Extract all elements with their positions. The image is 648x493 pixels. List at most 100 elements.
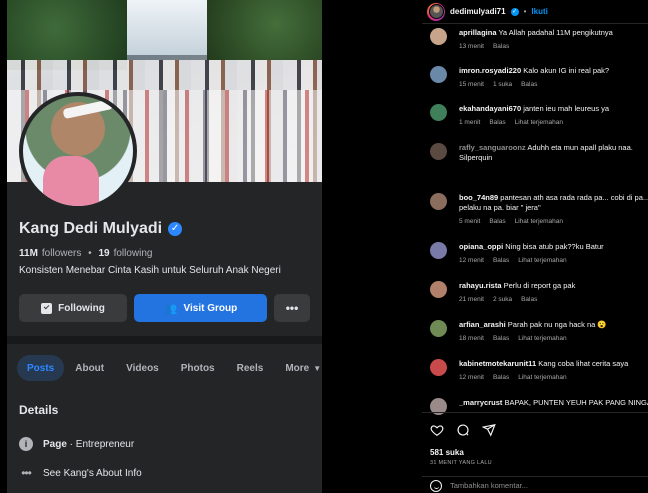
likes-count[interactable]: 581 suka <box>430 448 464 457</box>
comment-text: arfian_arashi Parah pak nu nga hack na 😮 <box>459 320 648 330</box>
tab-videos[interactable]: Videos <box>115 355 170 381</box>
profile-tabs: Posts About Videos Photos Reels More ▼ <box>7 352 322 384</box>
comment-meta: 13 menit Balas <box>459 43 648 50</box>
comment-action[interactable]: Balas <box>493 257 509 264</box>
add-comment-input[interactable]: Tambahkan komentar... <box>450 481 528 490</box>
comment-action[interactable]: 1 suka <box>493 81 512 88</box>
comment-content: BAPAK, PUNTEN YEUH PAK PANG NINGA <box>502 398 648 407</box>
comment-content: Perlu di report ga pak <box>501 281 576 290</box>
add-comment-row[interactable]: Tambahkan komentar... <box>422 476 648 493</box>
tab-more[interactable]: More ▼ <box>274 355 322 381</box>
page-category: Entrepreneur <box>75 438 135 450</box>
section-divider <box>7 336 322 344</box>
commenter-avatar[interactable] <box>430 104 447 121</box>
comment-action[interactable]: 2 suka <box>493 296 512 303</box>
comment-action[interactable]: Balas <box>493 43 509 50</box>
commenter-avatar[interactable] <box>430 193 447 210</box>
verified-badge-icon: ✓ <box>168 222 183 236</box>
detail-about-info[interactable]: ••• See Kang's About Info <box>19 466 142 480</box>
comment-username[interactable]: kabinetmotekarunit11 <box>459 359 536 368</box>
comment-username[interactable]: aprillagina <box>459 28 497 37</box>
profile-avatar[interactable] <box>19 92 137 210</box>
comment-content: Kalo akun IG ini real pak? <box>521 66 610 75</box>
comment-username[interactable]: boo_74n89 <box>459 193 498 202</box>
cover-sky <box>127 0 207 55</box>
screenshot-root: Kang Dedi Mulyadi ✓ 11M followers • 19 f… <box>0 0 648 493</box>
comment-body: _marrycrust BAPAK, PUNTEN YEUH PAK PANG … <box>459 398 648 408</box>
comment-time: 12 menit <box>459 374 484 381</box>
comment-action[interactable]: Balas <box>489 218 505 225</box>
instagram-footer: 581 suka 31 MENIT YANG LALU Tambahkan ko… <box>422 412 648 493</box>
comment-text: opiana_oppi Ning bisa atub pak??ku Batur <box>459 242 648 252</box>
comment-action[interactable]: Lihat terjemahan <box>518 257 566 264</box>
more-options-button[interactable]: ••• <box>274 294 310 322</box>
comment-body: opiana_oppi Ning bisa atub pak??ku Batur… <box>459 242 648 264</box>
commenter-avatar[interactable] <box>430 281 447 298</box>
comment-time: 15 menit <box>459 81 484 88</box>
commenter-avatar[interactable] <box>430 66 447 83</box>
profile-stats: 11M followers • 19 following <box>19 248 152 259</box>
comment-meta: 12 menit Balas Lihat terjemahan <box>459 374 648 381</box>
following-label[interactable]: following <box>114 248 153 259</box>
comment-action[interactable]: Balas <box>493 335 509 342</box>
comment-action[interactable]: Balas <box>521 296 537 303</box>
comment-username[interactable]: _marrycrust <box>459 398 502 407</box>
commenter-avatar[interactable] <box>430 320 447 337</box>
avatar-headband <box>62 98 114 120</box>
comment-body: imron.rosyadi220 Kalo akun IG ini real p… <box>459 66 648 88</box>
commenter-avatar[interactable] <box>430 143 447 160</box>
comment-meta: 15 menit 1 suka Balas <box>459 81 648 88</box>
instagram-comments-panel: dedimulyadi71 ✓ • Ikuti aprillagina Ya A… <box>422 0 648 493</box>
comment-text: imron.rosyadi220 Kalo akun IG ini real p… <box>459 66 648 76</box>
emoji-icon[interactable] <box>430 479 442 492</box>
tab-about[interactable]: About <box>64 355 115 381</box>
comment-icon[interactable] <box>456 423 470 437</box>
visit-group-button[interactable]: 👥 Visit Group <box>134 294 267 322</box>
comment-content: Ya Allah padahal 11M pengikutnya <box>496 28 613 37</box>
profile-bio: Konsisten Menebar Cinta Kasih untuk Selu… <box>19 265 281 276</box>
comment-action[interactable]: Lihat terjemahan <box>518 335 566 342</box>
comment-body: ekahandayani670 janten ieu mah leureus y… <box>459 104 648 126</box>
follow-button[interactable]: Ikuti <box>531 7 547 16</box>
ellipsis-icon: ••• <box>285 301 299 315</box>
share-icon[interactable] <box>482 423 496 437</box>
comment-action[interactable]: Lihat terjemahan <box>515 119 563 126</box>
tab-reels[interactable]: Reels <box>226 355 275 381</box>
comment-username[interactable]: arfian_arashi <box>459 320 506 329</box>
about-info-link[interactable]: See Kang's About Info <box>43 468 142 479</box>
stats-separator: • <box>85 248 95 259</box>
tab-posts[interactable]: Posts <box>17 355 65 381</box>
comment-action[interactable]: Balas <box>493 374 509 381</box>
comment-action[interactable]: Lihat terjemahan <box>518 374 566 381</box>
instagram-username[interactable]: dedimulyadi71 <box>450 7 506 16</box>
instagram-avatar[interactable] <box>427 2 445 21</box>
page-label: Page <box>43 438 67 450</box>
comment-action[interactable]: Balas <box>521 81 537 88</box>
comment-username[interactable]: opiana_oppi <box>459 242 503 251</box>
comment-username[interactable]: rahayu.rista <box>459 281 502 290</box>
comment-username[interactable]: imron.rosyadi220 <box>459 66 521 75</box>
commenter-avatar[interactable] <box>430 242 447 259</box>
comment-action[interactable]: Lihat terjemahan <box>515 218 563 225</box>
comment-text: boo_74n89 pantesan ath asa rada rada pa.… <box>459 193 648 213</box>
comment-text: rahayu.rista Perlu di report ga pak <box>459 281 648 291</box>
commenter-avatar[interactable] <box>430 359 447 376</box>
comment-text: _marrycrust BAPAK, PUNTEN YEUH PAK PANG … <box>459 398 648 408</box>
comment-body: rahayu.rista Perlu di report ga pak 21 me… <box>459 281 648 303</box>
comment-meta: 1 menit Balas Lihat terjemahan <box>459 119 648 126</box>
comment-username[interactable]: rafly_sanguaroonz <box>459 143 526 152</box>
following-count[interactable]: 19 <box>98 248 109 259</box>
comment-username[interactable]: ekahandayani670 <box>459 104 521 113</box>
comment-body: kabinetmotekarunit11 Kang coba lihat cer… <box>459 359 648 381</box>
followers-label[interactable]: followers <box>42 248 81 259</box>
commenter-avatar[interactable] <box>430 28 447 45</box>
heart-icon[interactable] <box>430 423 444 437</box>
comment-body: rafly_sanguaroonz Aduhh eta mun apall pl… <box>459 143 648 163</box>
followers-count[interactable]: 11M <box>19 248 38 259</box>
following-button[interactable]: Following <box>19 294 127 322</box>
tab-photos[interactable]: Photos <box>170 355 226 381</box>
tab-more-label: More <box>285 362 310 374</box>
visit-group-label: Visit Group <box>183 302 238 314</box>
comment-action[interactable]: Balas <box>489 119 505 126</box>
info-icon: i <box>19 437 33 451</box>
